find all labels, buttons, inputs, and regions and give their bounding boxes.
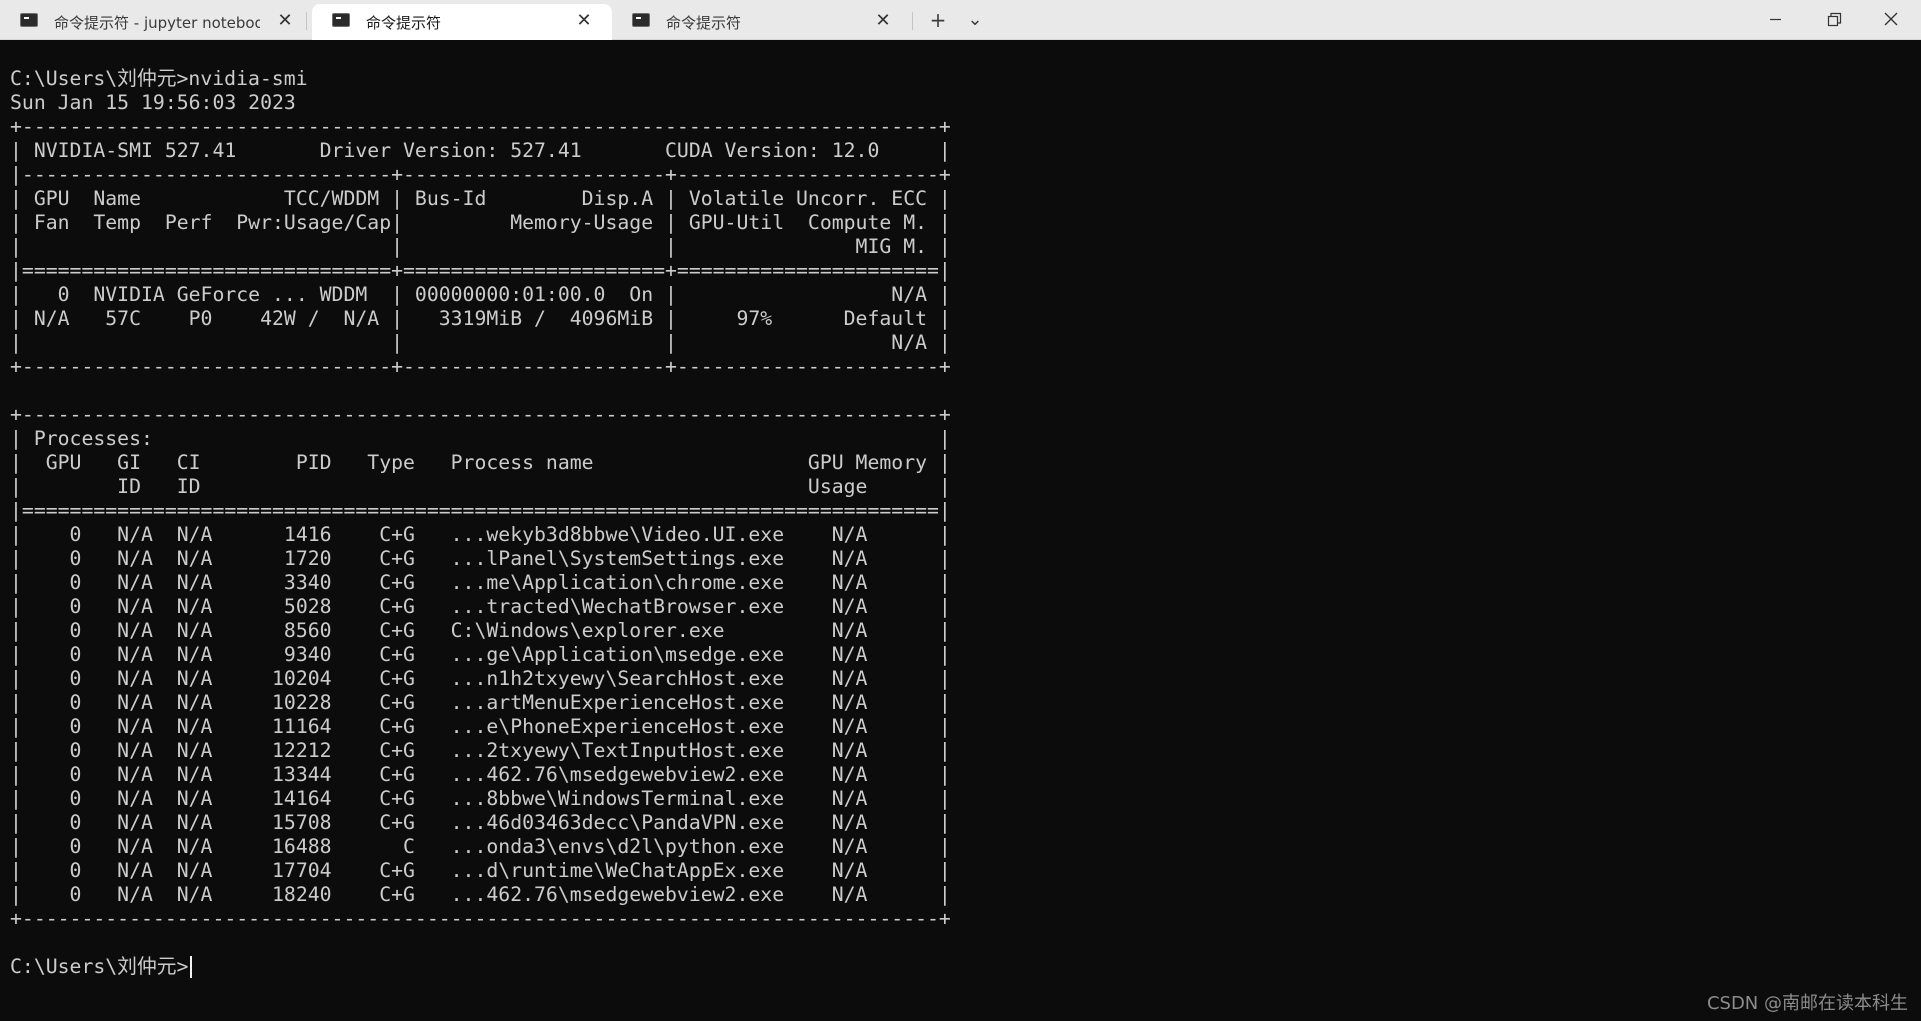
terminal-line: | Fan Temp Perf Pwr:Usage/Cap| Memory-Us… <box>10 211 951 234</box>
restore-icon <box>1827 12 1842 27</box>
terminal-line: | 0 N/A N/A 1720 C+G ...lPanel\SystemSet… <box>10 547 951 570</box>
terminal-line: |===============================+=======… <box>10 259 951 282</box>
terminal-line: Sun Jan 15 19:56:03 2023 <box>10 91 296 114</box>
tab-separator <box>306 12 307 30</box>
tab-jupyter-notebook[interactable]: 命令提示符 - jupyter notebook ✕ <box>0 4 306 40</box>
terminal-line: | 0 N/A N/A 13344 C+G ...462.76\msedgewe… <box>10 763 951 786</box>
terminal-line: | NVIDIA-SMI 527.41 Driver Version: 527.… <box>10 139 951 162</box>
terminal-line: | 0 N/A N/A 10228 C+G ...artMenuExperien… <box>10 691 951 714</box>
close-tab-icon[interactable]: ✕ <box>573 10 595 32</box>
text-cursor <box>190 956 192 978</box>
terminal-line: +---------------------------------------… <box>10 115 951 138</box>
terminal-line: +---------------------------------------… <box>10 907 951 930</box>
terminal-line: | 0 N/A N/A 3340 C+G ...me\Application\c… <box>10 571 951 594</box>
terminal-line: | Processes: | <box>10 427 951 450</box>
terminal-line: | N/A 57C P0 42W / N/A | 3319MiB / 4096M… <box>10 307 951 330</box>
terminal-line: |-------------------------------+-------… <box>10 163 951 186</box>
minimize-button[interactable] <box>1746 0 1804 40</box>
terminal-line: | 0 N/A N/A 18240 C+G ...462.76\msedgewe… <box>10 883 951 906</box>
tab-separator <box>912 12 913 30</box>
terminal-line: | | | N/A | <box>10 331 951 354</box>
csdn-watermark: CSDN @南邮在读本科生 <box>1706 993 1908 1014</box>
terminal-line: | 0 N/A N/A 1416 C+G ...wekyb3d8bbwe\Vid… <box>10 523 951 546</box>
close-tab-icon[interactable]: ✕ <box>274 10 296 32</box>
terminal-line: +-------------------------------+-------… <box>10 355 951 378</box>
terminal-line: +---------------------------------------… <box>10 403 951 426</box>
terminal-line: | 0 N/A N/A 15708 C+G ...46d03463decc\Pa… <box>10 811 951 834</box>
terminal-line: | | | MIG M. | <box>10 235 951 258</box>
tab-bar: 命令提示符 - jupyter notebook ✕ 命令提示符 ✕ 命令提示符… <box>0 0 1921 40</box>
terminal-line: | 0 N/A N/A 10204 C+G ...n1h2txyewy\Sear… <box>10 667 951 690</box>
terminal-line: | 0 N/A N/A 12212 C+G ...2txyewy\TextInp… <box>10 739 951 762</box>
terminal-line: | 0 N/A N/A 8560 C+G C:\Windows\explorer… <box>10 619 951 642</box>
terminal-line: | 0 N/A N/A 11164 C+G ...e\PhoneExperien… <box>10 715 951 738</box>
terminal-icon <box>632 13 650 27</box>
tab-label: 命令提示符 <box>666 14 742 32</box>
tab-command-prompt-2[interactable]: 命令提示符 ✕ <box>612 4 912 40</box>
terminal-line: C:\Users\刘仲元>nvidia-smi <box>10 67 308 90</box>
close-icon <box>1884 12 1898 26</box>
close-tab-icon[interactable]: ✕ <box>872 10 894 32</box>
terminal-line: | 0 NVIDIA GeForce ... WDDM | 00000000:0… <box>10 283 951 306</box>
terminal-line: | GPU GI CI PID Type Process name GPU Me… <box>10 451 951 474</box>
terminal-line: | 0 N/A N/A 9340 C+G ...ge\Application\m… <box>10 643 951 666</box>
terminal-line: C:\Users\刘仲元> <box>10 955 189 978</box>
restore-button[interactable] <box>1804 0 1862 40</box>
close-window-button[interactable] <box>1862 0 1920 40</box>
terminal-icon <box>332 13 350 27</box>
terminal-line: | 0 N/A N/A 16488 C ...onda3\envs\d2l\py… <box>10 835 951 858</box>
terminal-line: | 0 N/A N/A 14164 C+G ...8bbwe\WindowsTe… <box>10 787 951 810</box>
new-tab-button[interactable]: + <box>918 4 958 36</box>
terminal-line: | GPU Name TCC/WDDM | Bus-Id Disp.A | Vo… <box>10 187 951 210</box>
tab-dropdown-button[interactable]: ⌄ <box>958 4 992 36</box>
tab-command-prompt-active[interactable]: 命令提示符 ✕ <box>312 4 612 40</box>
tab-label: 命令提示符 - jupyter notebook <box>54 14 260 32</box>
tab-label: 命令提示符 <box>366 14 442 32</box>
minimize-icon <box>1770 18 1781 21</box>
terminal-line: | 0 N/A N/A 17704 C+G ...d\runtime\WeCha… <box>10 859 951 882</box>
terminal-line: | ID ID Usage | <box>10 475 951 498</box>
terminal-output[interactable]: C:\Users\刘仲元>nvidia-smi Sun Jan 15 19:56:… <box>10 43 1910 1003</box>
terminal-line: |=======================================… <box>10 499 951 522</box>
terminal-window: 命令提示符 - jupyter notebook ✕ 命令提示符 ✕ 命令提示符… <box>0 0 1921 1021</box>
terminal-icon <box>20 13 38 27</box>
terminal-line: | 0 N/A N/A 5028 C+G ...tracted\WechatBr… <box>10 595 951 618</box>
